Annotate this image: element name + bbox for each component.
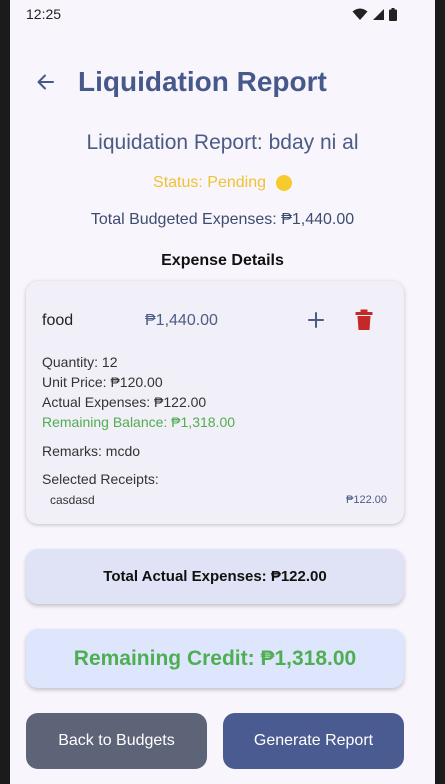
expense-unit-price: Unit Price: ₱120.00 (42, 374, 163, 390)
back-to-budgets-label: Back to Budgets (58, 732, 175, 749)
wifi-icon (352, 8, 368, 20)
app-screen: 12:25 Liquidation Report Liquidation Rep… (10, 0, 435, 784)
status-icons (352, 7, 397, 21)
back-to-budgets-button[interactable]: Back to Budgets (26, 713, 207, 769)
receipt-name: casdasd (50, 493, 95, 507)
status-bar: 12:25 (10, 0, 435, 28)
generate-report-label: Generate Report (253, 732, 374, 749)
total-budgeted-expenses: Total Budgeted Expenses: ₱1,440.00 (90, 211, 355, 228)
total-actual-expenses: Total Actual Expenses: ₱122.00 (103, 568, 327, 585)
expense-remaining-balance: Remaining Balance: ₱1,318.00 (42, 414, 236, 430)
back-arrow-icon[interactable] (26, 62, 66, 102)
add-icon[interactable] (304, 308, 328, 332)
expense-card: food ₱1,440.00 Quantity: 12 Unit Price: … (26, 281, 404, 524)
expense-details-heading: Expense Details (161, 252, 284, 269)
expense-remarks: Remarks: mcdo (42, 443, 141, 459)
delete-icon[interactable] (354, 309, 374, 331)
page-title: Liquidation Report (78, 66, 327, 97)
expense-amount: ₱1,440.00 (145, 312, 218, 329)
expense-name: food (42, 312, 74, 329)
app-bar: Liquidation Report (10, 58, 435, 106)
receipt-amount: ₱122.00 (346, 494, 387, 506)
selected-receipts-label: Selected Receipts: (42, 471, 159, 487)
report-title: Liquidation Report: bday ni al (86, 131, 359, 154)
expense-quantity: Quantity: 12 (42, 354, 118, 370)
status-row: Status: Pending (10, 174, 435, 192)
status-time: 12:25 (26, 6, 62, 22)
total-actual-expenses-card: Total Actual Expenses: ₱122.00 (26, 549, 404, 604)
battery-icon (389, 7, 397, 21)
status-text: Status: Pending (153, 174, 266, 191)
remaining-credit: Remaining Credit: ₱1,318.00 (73, 646, 357, 670)
expense-actual: Actual Expenses: ₱122.00 (42, 394, 207, 410)
remaining-credit-card: Remaining Credit: ₱1,318.00 (26, 629, 404, 688)
status-indicator-icon (275, 175, 292, 191)
generate-report-button[interactable]: Generate Report (223, 713, 404, 769)
signal-icon (373, 8, 384, 20)
